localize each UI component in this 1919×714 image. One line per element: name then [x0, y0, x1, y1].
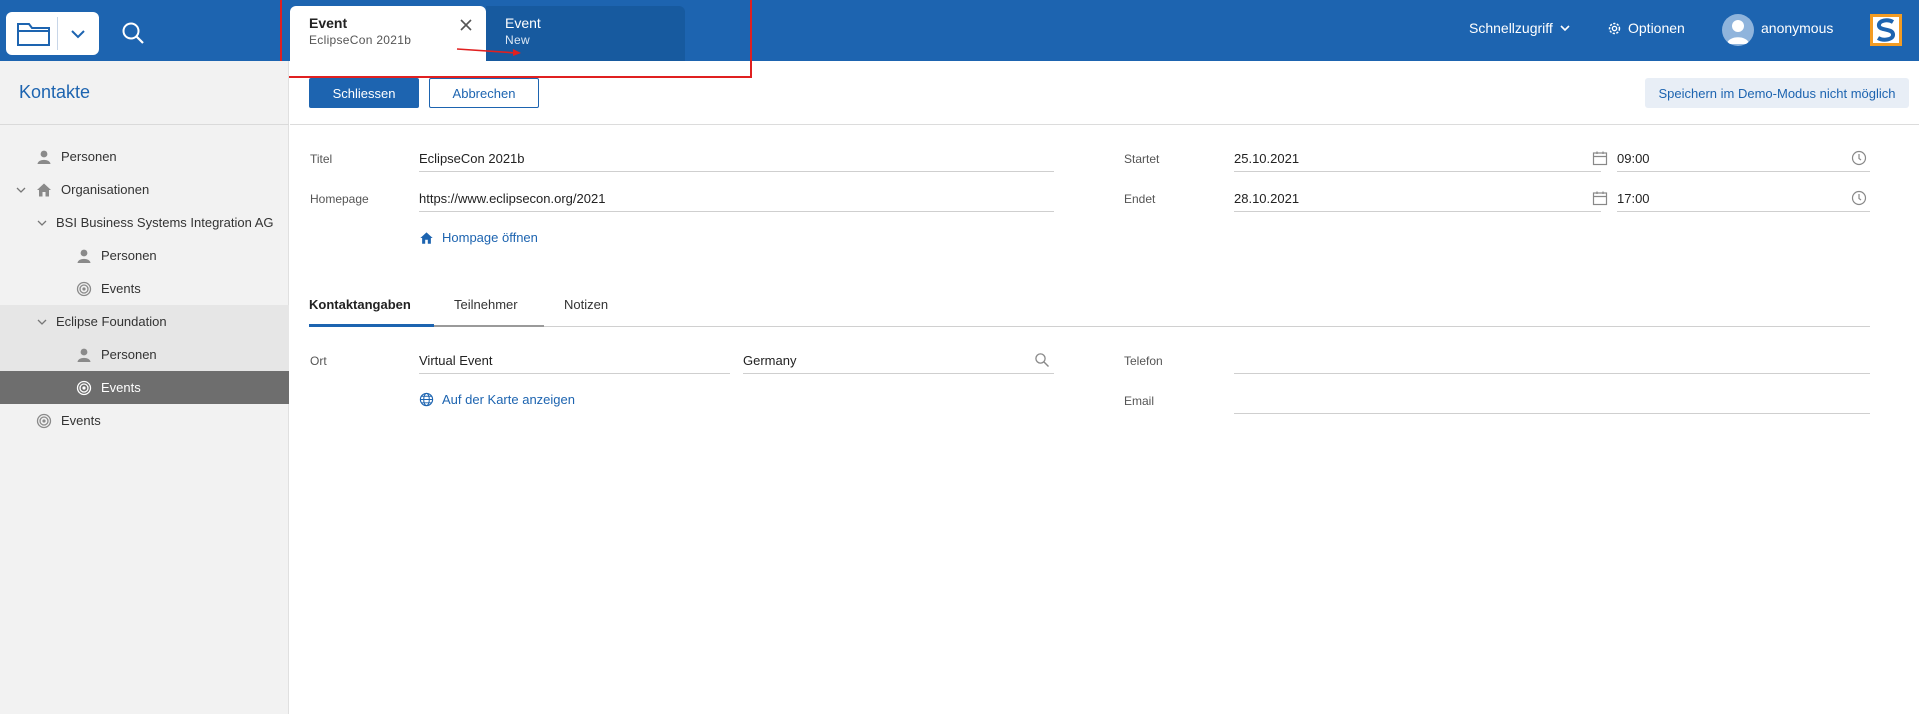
tab-subtitle: New [505, 33, 530, 47]
start-label: Startet [1124, 152, 1160, 166]
sidebar-item-bsi[interactable]: BSI Business Systems Integration AG [0, 206, 289, 239]
demo-mode-notice[interactable]: Speichern im Demo-Modus nicht möglich [1645, 78, 1909, 108]
clock-icon[interactable] [1851, 190, 1867, 206]
sidebar-item-label: Eclipse Foundation [56, 314, 167, 329]
homepage-label: Homepage [310, 192, 369, 206]
title-label: Titel [310, 152, 333, 166]
person-icon [77, 348, 91, 362]
tab-subtitle: EclipseCon 2021b [309, 33, 412, 47]
home-icon [420, 231, 433, 244]
sidebar-item-personen[interactable]: Personen [0, 140, 289, 173]
sidebar-item-events[interactable]: Events [0, 404, 289, 437]
country-field[interactable]: Germany [743, 348, 1054, 374]
start-date-field[interactable]: 25.10.2021 [1234, 146, 1601, 172]
quick-access-label: Schnellzugriff [1469, 20, 1553, 36]
gear-icon [1608, 22, 1621, 34]
end-label: Endet [1124, 192, 1156, 206]
search-icon[interactable] [119, 19, 147, 47]
sidebar-divider [0, 124, 289, 125]
app-menu-button[interactable] [6, 12, 99, 55]
tab-notizen[interactable]: Notizen [564, 297, 608, 327]
sidebar-item-bsi-events[interactable]: Events [0, 272, 289, 305]
search-icon[interactable] [1034, 352, 1050, 368]
user-name: anonymous [1761, 20, 1834, 36]
person-icon [37, 150, 51, 164]
sidebar-item-label: Organisationen [61, 182, 150, 197]
target-icon [76, 380, 92, 395]
sidebar-item-eclipse-events[interactable]: Events [0, 371, 289, 404]
sidebar-item-label: Personen [101, 347, 157, 362]
app-logo [1870, 14, 1902, 46]
sidebar-item-bsi-personen[interactable]: Personen [0, 239, 289, 272]
close-icon[interactable] [458, 17, 474, 33]
end-date-field[interactable]: 28.10.2021 [1234, 186, 1601, 212]
folder-icon [17, 23, 50, 46]
email-field[interactable] [1234, 388, 1870, 414]
globe-icon [419, 392, 434, 407]
tab-indicator [434, 325, 544, 327]
close-button[interactable]: Schliessen [309, 78, 419, 108]
chevron-down-icon[interactable] [66, 22, 90, 46]
cancel-button[interactable]: Abbrechen [429, 78, 539, 108]
options-label: Optionen [1628, 20, 1685, 36]
clock-icon[interactable] [1851, 150, 1867, 166]
chevron-down-icon [1560, 25, 1570, 32]
phone-field[interactable] [1234, 348, 1870, 374]
homepage-open-link[interactable]: Hompage öffnen [419, 230, 538, 245]
sidebar-item-label: Events [101, 281, 141, 296]
calendar-icon[interactable] [1592, 190, 1608, 206]
place-label: Ort [310, 354, 327, 368]
tab-event-new[interactable]: Event New [486, 6, 685, 61]
app-menu-separator [57, 17, 58, 50]
homepage-open-label: Hompage öffnen [442, 230, 538, 245]
sidebar-item-label: Events [61, 413, 101, 428]
sidebar-item-eclipse-personen[interactable]: Personen [0, 338, 289, 371]
sidebar-item-label: Personen [61, 149, 117, 164]
active-tab-indicator [309, 324, 434, 327]
user-icon [1727, 20, 1749, 44]
title-field[interactable]: EclipseCon 2021b [419, 146, 1054, 172]
email-label: Email [1124, 394, 1155, 408]
sidebar-item-label: BSI Business Systems Integration AG [56, 215, 274, 230]
user-menu[interactable]: anonymous [1761, 20, 1833, 36]
sidebar-item-label: Events [101, 380, 141, 395]
sidebar: Kontakte Personen Organisationen BSI Bus… [0, 61, 289, 714]
toolbar-divider [290, 124, 1919, 125]
phone-label: Telefon [1124, 354, 1163, 368]
sidebar-item-eclipse-foundation[interactable]: Eclipse Foundation [0, 305, 289, 338]
calendar-icon[interactable] [1592, 150, 1608, 166]
sidebar-title: Kontakte [19, 82, 91, 102]
chevron-down-icon[interactable] [36, 217, 48, 229]
sidebar-item-label: Personen [101, 248, 157, 263]
tab-kontaktangaben[interactable]: Kontaktangaben [309, 297, 411, 327]
header-bar: Event EclipseCon 2021b Event New Schnell… [0, 0, 1919, 61]
tab-teilnehmer[interactable]: Teilnehmer [454, 297, 518, 327]
start-time-field[interactable]: 09:00 [1617, 146, 1870, 172]
homepage-field[interactable]: https://www.eclipsecon.org/2021 [419, 186, 1054, 212]
tab-event-eclipsecon[interactable]: Event EclipseCon 2021b [290, 6, 486, 61]
target-icon [76, 281, 92, 296]
show-on-map-label: Auf der Karte anzeigen [442, 392, 575, 407]
sidebar-item-organisationen[interactable]: Organisationen [0, 173, 289, 206]
place-field[interactable]: Virtual Event [419, 348, 730, 374]
avatar[interactable] [1722, 14, 1754, 46]
show-on-map-link[interactable]: Auf der Karte anzeigen [419, 392, 575, 407]
person-icon [77, 249, 91, 263]
quick-access-menu[interactable]: Schnellzugriff [1469, 20, 1571, 36]
options-menu[interactable]: Optionen [1607, 20, 1685, 36]
tab-title: Event [505, 15, 541, 31]
chevron-down-icon[interactable] [15, 184, 27, 196]
chevron-down-icon[interactable] [36, 316, 48, 328]
tab-title: Event [309, 15, 348, 31]
end-time-field[interactable]: 17:00 [1617, 186, 1870, 212]
target-icon [36, 413, 52, 428]
home-icon [37, 183, 51, 196]
